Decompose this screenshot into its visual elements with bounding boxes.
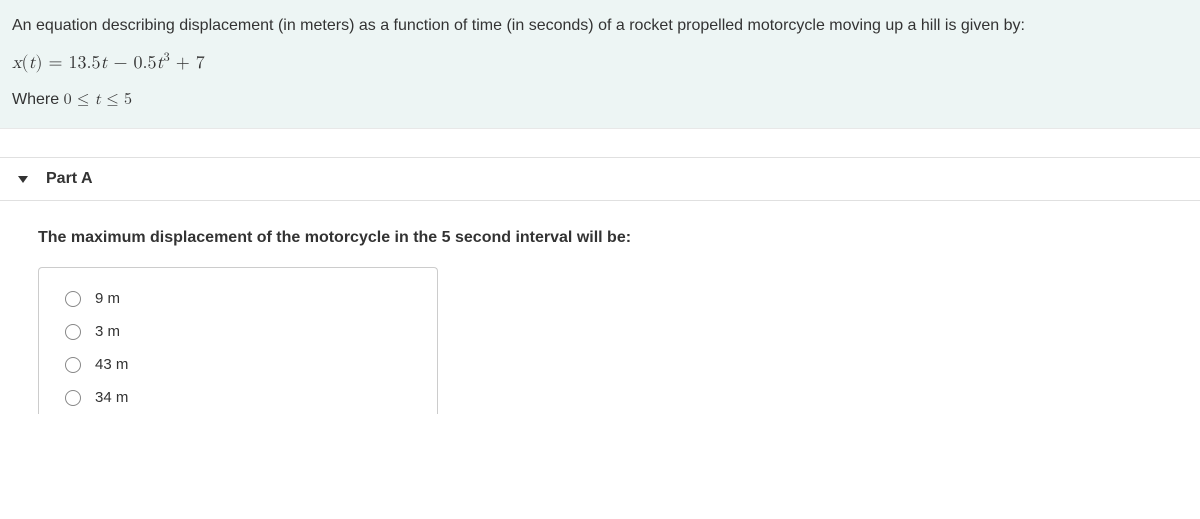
question-text: The maximum displacement of the motorcyc… [38, 229, 1162, 247]
part-a-header[interactable]: Part A [0, 158, 1200, 201]
choice-radio[interactable] [65, 291, 81, 307]
part-a-body: The maximum displacement of the motorcyc… [0, 201, 1200, 414]
choice-label: 34 m [95, 389, 128, 406]
domain-math: 0 ≤ t ≤ 5 [64, 92, 132, 108]
choice-label: 9 m [95, 290, 120, 307]
part-label: Part A [46, 170, 93, 188]
choice-row[interactable]: 34 m [59, 381, 417, 414]
choice-radio[interactable] [65, 357, 81, 373]
choice-label: 3 m [95, 323, 120, 340]
part-a-section: Part A The maximum displacement of the m… [0, 157, 1200, 414]
chevron-down-icon [18, 176, 28, 183]
domain-prefix: Where [12, 91, 64, 108]
choice-row[interactable]: 43 m [59, 348, 417, 381]
choice-radio[interactable] [65, 324, 81, 340]
choice-label: 43 m [95, 356, 128, 373]
problem-statement: An equation describing displacement (in … [0, 0, 1200, 129]
displacement-equation: x(t) = 13.5t − 0.5t3 + 7 [12, 49, 1188, 76]
choice-radio[interactable] [65, 390, 81, 406]
choice-row[interactable]: 3 m [59, 315, 417, 348]
choice-row[interactable]: 9 m [59, 282, 417, 315]
answer-choices: 9 m 3 m 43 m 34 m [38, 267, 438, 414]
problem-intro-text: An equation describing displacement (in … [12, 14, 1188, 37]
time-domain: Where 0 ≤ t ≤ 5 [12, 88, 1188, 112]
